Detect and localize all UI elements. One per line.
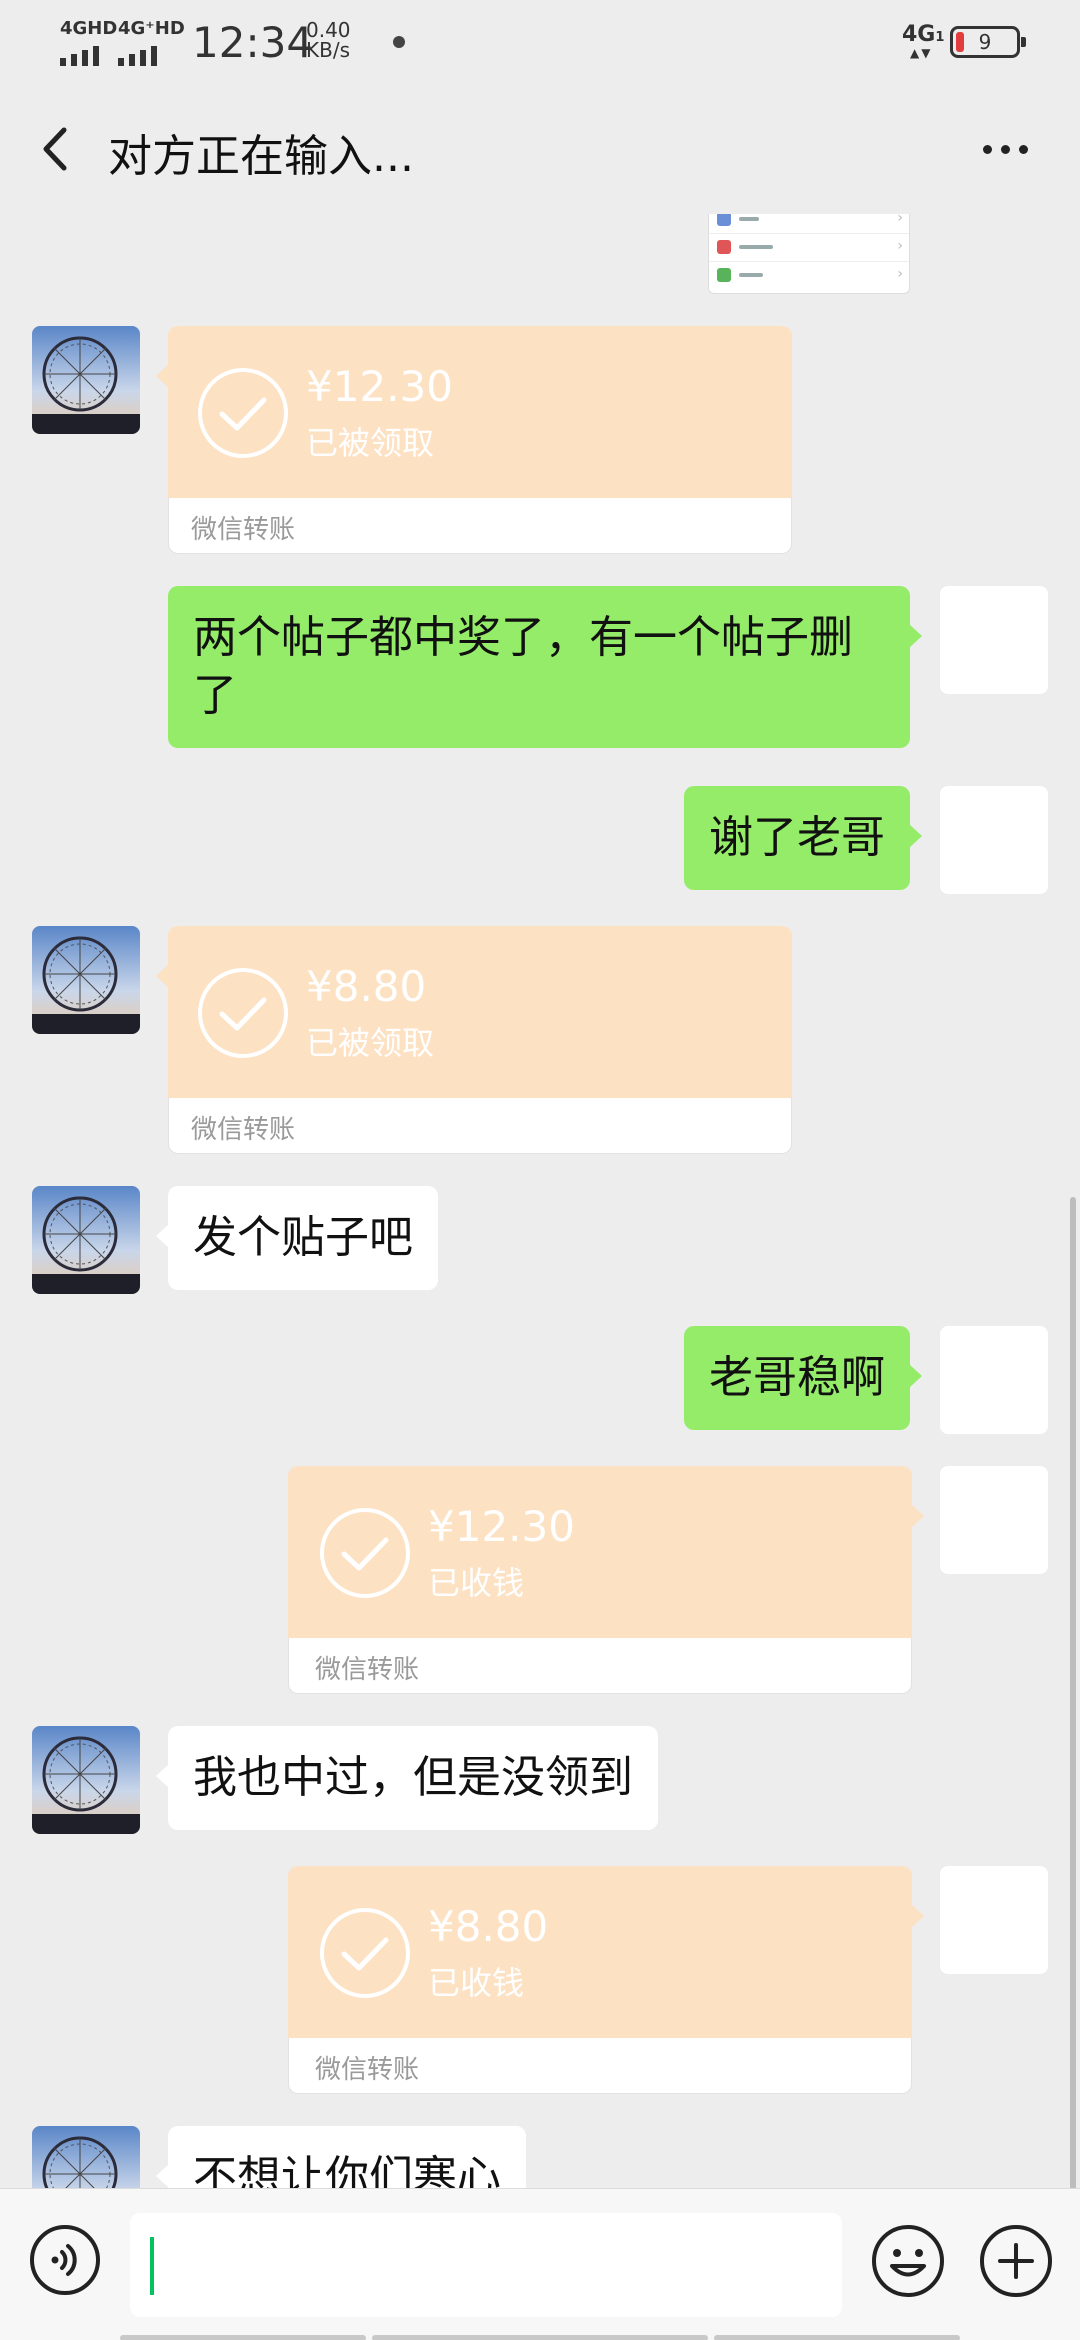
battery-icon: 9	[950, 26, 1026, 58]
self-avatar[interactable]	[940, 586, 1048, 694]
mobile-data-sub: 1	[935, 30, 945, 45]
nav-strip	[372, 2335, 708, 2340]
message-text: 两个帖子都中奖了，有一个帖子删了	[193, 612, 853, 721]
network-speed-value: 0.40	[306, 18, 351, 42]
battery-percent: 9	[978, 30, 992, 54]
message-bubble-contact[interactable]: 发个贴子吧	[156, 1186, 438, 1290]
back-button[interactable]	[20, 114, 90, 184]
notification-dot-icon	[393, 36, 405, 48]
transfer-amount: ¥12.30	[428, 1502, 575, 1551]
self-avatar[interactable]	[940, 1866, 1048, 1974]
network-speed: 0.40 KB/s	[306, 20, 351, 60]
message-text: 我也中过，但是没领到	[193, 1752, 633, 1803]
plus-icon	[980, 2225, 1052, 2297]
clock: 12:34	[192, 18, 314, 67]
self-avatar[interactable]	[940, 1466, 1048, 1574]
message-text: 谢了老哥	[709, 812, 885, 863]
message-text: 发个贴子吧	[193, 1212, 413, 1263]
image-message-thumbnail[interactable]: › › ›	[708, 214, 910, 294]
message-bubble-self[interactable]: 谢了老哥	[684, 786, 922, 890]
ferris-wheel-avatar-icon	[32, 326, 140, 434]
message-text: 不想让你们寒心	[193, 2152, 501, 2188]
message-bubble-self[interactable]: 两个帖子都中奖了，有一个帖子删了	[168, 586, 922, 748]
message-bubble-contact[interactable]: 我也中过，但是没领到	[156, 1726, 658, 1830]
transfer-status: 已收钱	[428, 1564, 525, 1602]
text-cursor	[150, 2237, 154, 2295]
network-speed-unit: KB/s	[306, 38, 350, 62]
ferris-wheel-avatar-icon	[32, 2126, 140, 2188]
chevron-left-icon	[43, 127, 67, 171]
more-dots-icon	[982, 144, 992, 154]
voice-icon	[30, 2225, 100, 2295]
chat-messages[interactable]: › › › ¥12.30 已被领取 微信转账 两个帖子都中奖了，有一个帖子删了 …	[0, 214, 1080, 2188]
chat-title: 对方正在输入...	[108, 131, 414, 182]
contact-avatar[interactable]	[32, 326, 140, 434]
transfer-amount: ¥8.80	[306, 962, 427, 1011]
signal-bars-icon	[118, 46, 157, 66]
contact-avatar[interactable]	[32, 2126, 140, 2188]
self-avatar[interactable]	[940, 786, 1048, 894]
transfer-card[interactable]: ¥8.80 已被领取 微信转账	[156, 926, 792, 1154]
emoji-icon	[872, 2225, 944, 2297]
transfer-status: 已收钱	[428, 1964, 525, 2002]
more-button[interactable]	[960, 114, 1050, 184]
message-text: 老哥稳啊	[709, 1352, 885, 1403]
network-label-1: 4GHD	[60, 18, 118, 39]
message-bubble-contact[interactable]: 不想让你们寒心	[156, 2126, 526, 2188]
plus-button[interactable]	[978, 2223, 1054, 2299]
thumbnail-row: ›	[709, 214, 909, 233]
network-label-2: 4G⁺HD	[118, 18, 185, 39]
self-avatar[interactable]	[940, 1326, 1048, 1434]
transfer-status: 已被领取	[306, 424, 435, 462]
contact-avatar[interactable]	[32, 926, 140, 1034]
transfer-amount: ¥8.80	[428, 1902, 549, 1951]
check-circle-icon	[198, 968, 288, 1058]
transfer-label: 微信转账	[315, 1655, 420, 1685]
transfer-card[interactable]: ¥8.80 已收钱 微信转账	[288, 1866, 924, 2094]
transfer-label: 微信转账	[191, 515, 296, 545]
message-bubble-self[interactable]: 老哥稳啊	[684, 1326, 922, 1430]
emoji-button[interactable]	[870, 2223, 946, 2299]
transfer-label: 微信转账	[191, 1115, 296, 1145]
signal-bars-icon	[60, 46, 99, 66]
nav-strip	[714, 2335, 960, 2340]
transfer-card[interactable]: ¥12.30 已收钱 微信转账	[288, 1466, 924, 1694]
chat-scrollbar[interactable]	[1070, 1197, 1076, 2188]
status-bar: 4GHD 4G⁺HD 12:34 0.40 KB/s 4G1 ▲▼ 9	[0, 0, 1080, 84]
transfer-amount: ¥12.30	[306, 362, 453, 411]
data-arrows-icon: ▲▼	[910, 46, 933, 60]
ferris-wheel-avatar-icon	[32, 926, 140, 1034]
voice-button[interactable]	[28, 2223, 102, 2297]
nav-strip	[120, 2335, 366, 2340]
contact-avatar[interactable]	[32, 1726, 140, 1834]
check-circle-icon	[320, 1508, 410, 1598]
message-input[interactable]	[130, 2213, 842, 2317]
transfer-status: 已被领取	[306, 1024, 435, 1062]
ferris-wheel-avatar-icon	[32, 1726, 140, 1834]
transfer-card[interactable]: ¥12.30 已被领取 微信转账	[156, 326, 792, 554]
chat-header: 对方正在输入...	[0, 84, 1080, 214]
check-circle-icon	[320, 1908, 410, 1998]
check-circle-icon	[198, 368, 288, 458]
contact-avatar[interactable]	[32, 1186, 140, 1294]
ferris-wheel-avatar-icon	[32, 1186, 140, 1294]
mobile-data-indicator: 4G1	[902, 22, 944, 47]
thumbnail-row: ›	[709, 233, 909, 261]
mobile-data-label: 4G	[902, 22, 936, 47]
transfer-label: 微信转账	[315, 2055, 420, 2085]
thumbnail-row: ›	[709, 261, 909, 289]
input-bar	[0, 2188, 1080, 2340]
